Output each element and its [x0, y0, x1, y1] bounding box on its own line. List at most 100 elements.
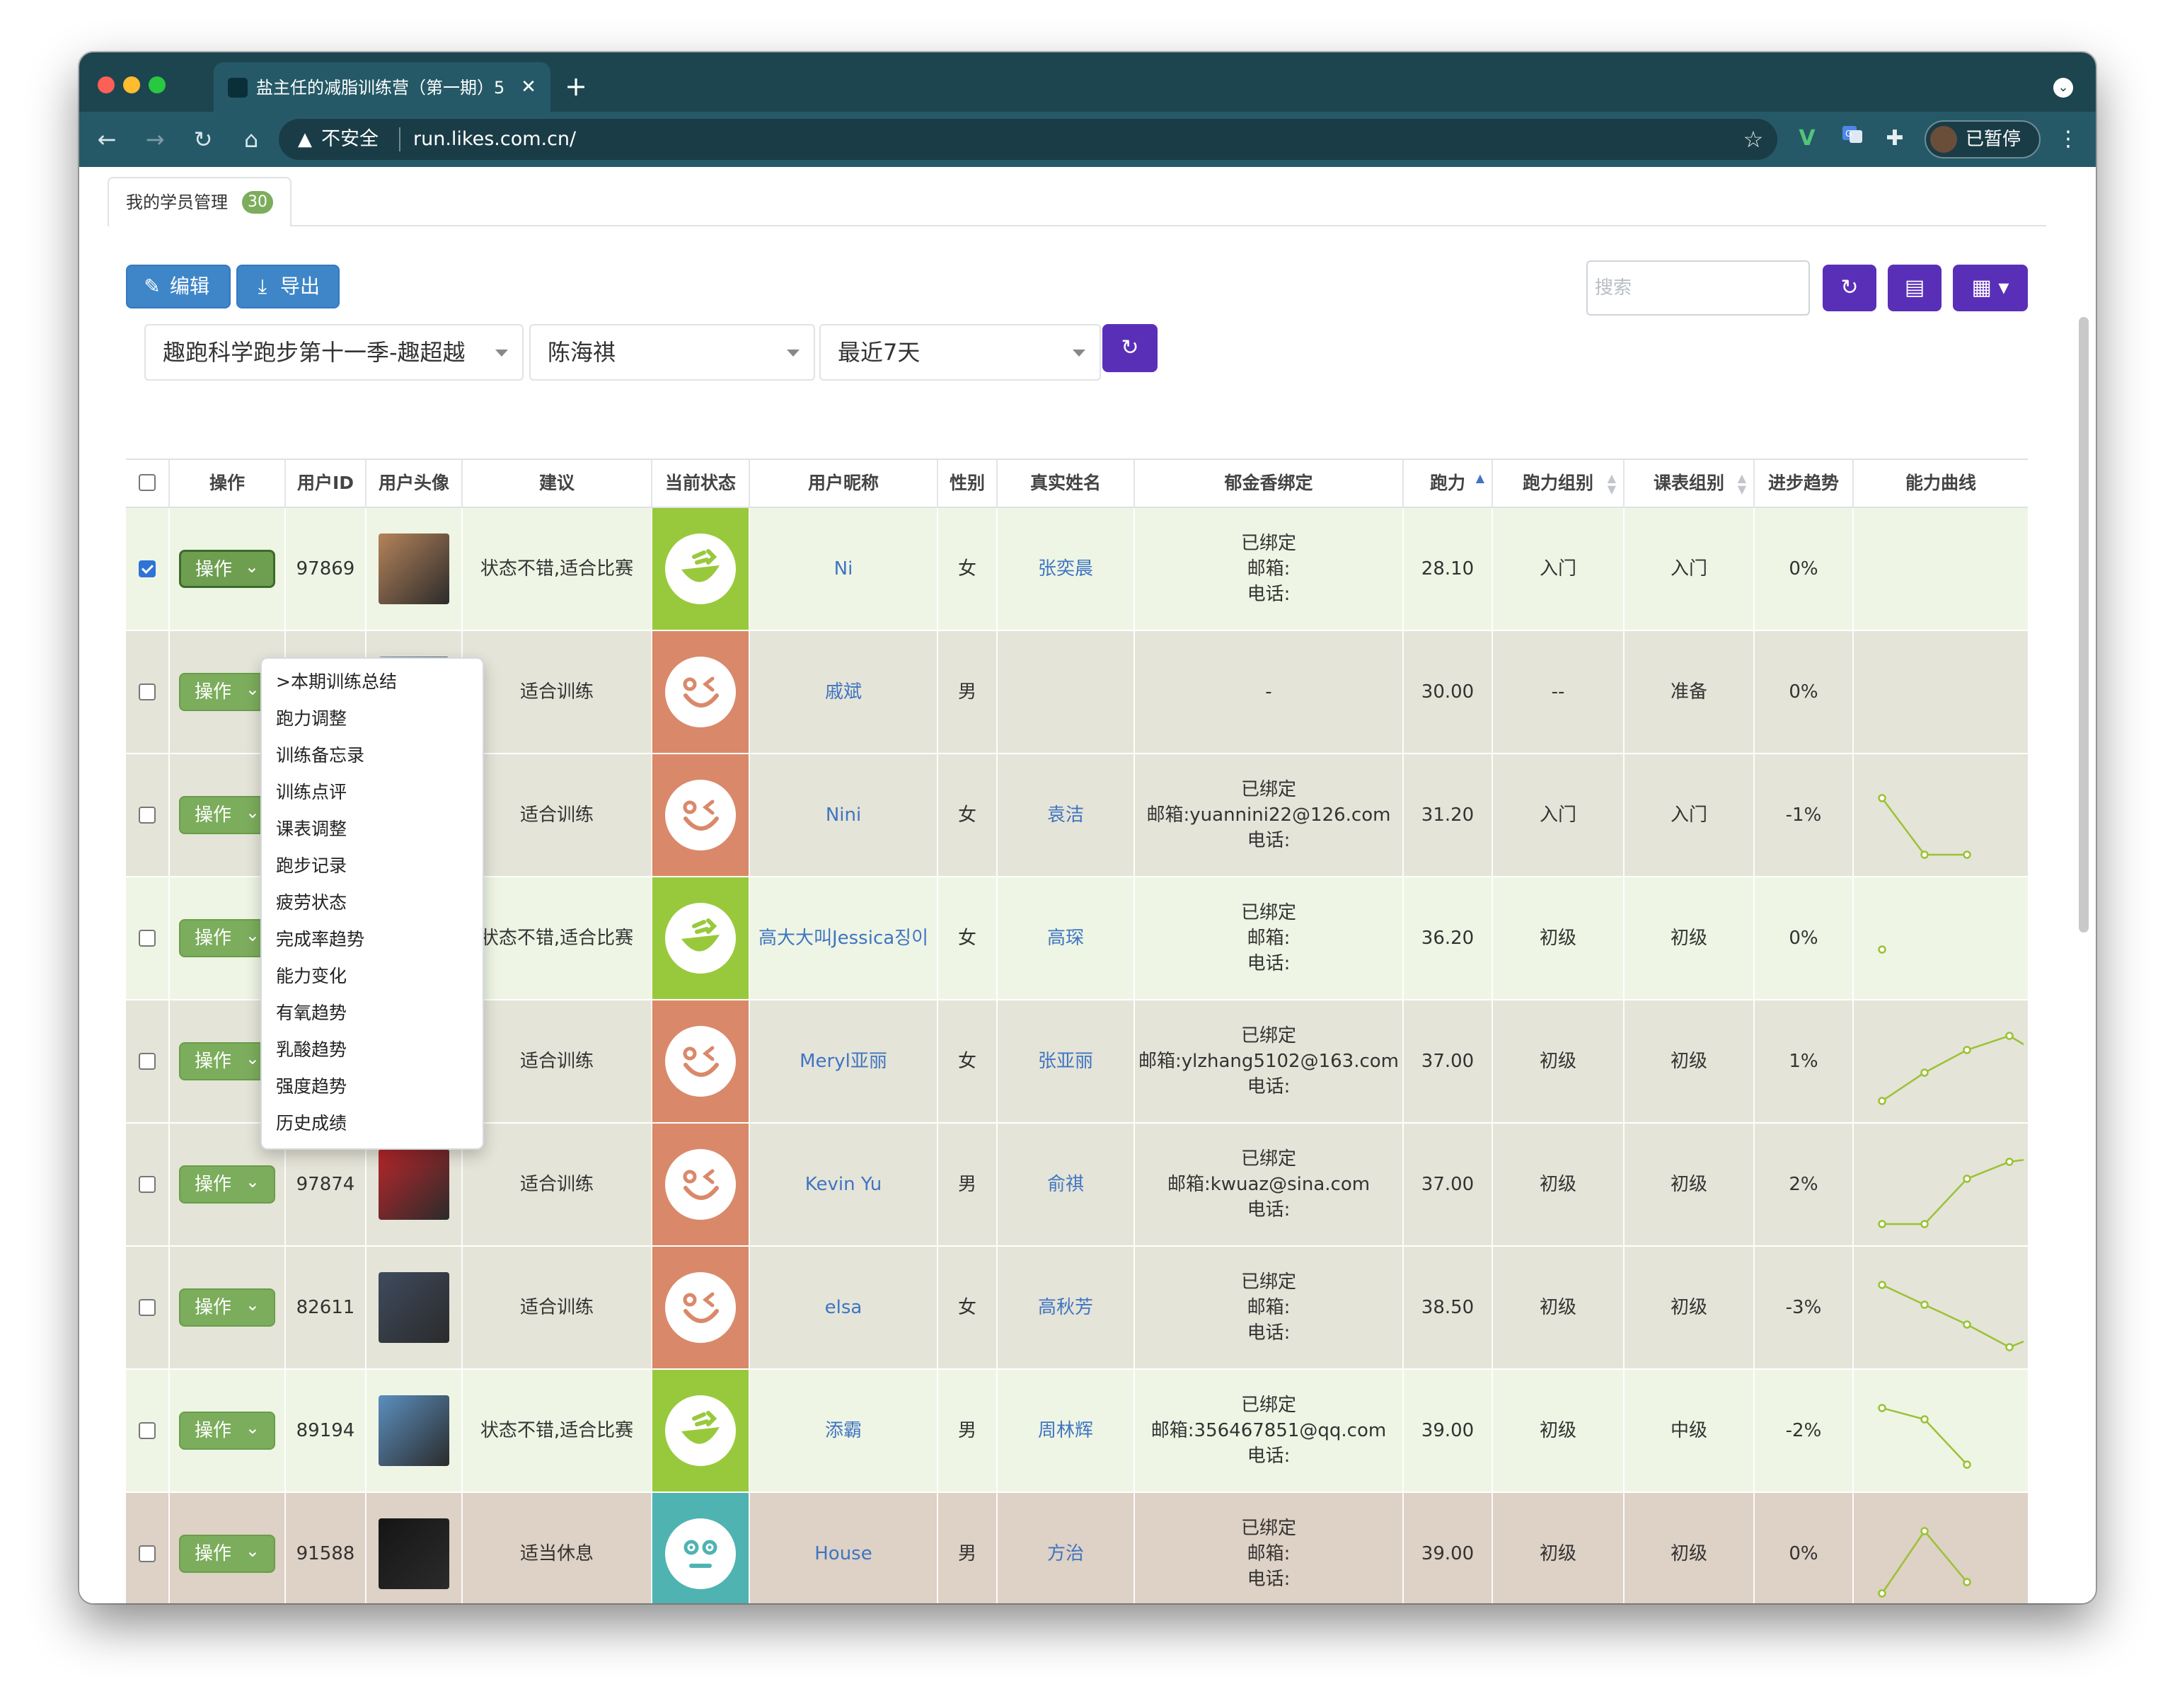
real-name-link[interactable]: 方治	[1047, 1541, 1084, 1566]
real-name-link[interactable]: 张亚丽	[1038, 1049, 1093, 1074]
vdot-group-text: 初级	[1539, 1297, 1576, 1318]
dropdown-item[interactable]: 强度趋势	[276, 1071, 474, 1103]
binding-line: 已绑定	[1240, 779, 1296, 800]
binding-line: 邮箱:	[1247, 1297, 1291, 1318]
binding-cell: 已绑定 邮箱:ylzhang5102@163.com 电话:	[1133, 1000, 1402, 1122]
operation-dropdown-button[interactable]: 操作	[179, 1410, 275, 1450]
real-name-link[interactable]: 俞祺	[1047, 1172, 1084, 1197]
vdot-value: 30.00	[1421, 681, 1475, 703]
row-checkbox[interactable]	[139, 1545, 156, 1562]
row-checkbox-cell	[126, 631, 168, 753]
sort-arrows-icon[interactable]: ▲ ▼	[1608, 473, 1616, 495]
dropdown-item[interactable]: 历史成绩	[276, 1107, 474, 1140]
operation-dropdown-button[interactable]: 操作	[179, 1287, 275, 1327]
tab-close-icon[interactable]: ✕	[517, 74, 541, 100]
ability-curve-cell	[1852, 508, 2028, 630]
toggle-view-button[interactable]: ▤	[1888, 265, 1942, 311]
translate-extension-icon[interactable]: G	[1837, 123, 1868, 154]
dark-photo-icon	[379, 1518, 449, 1589]
camp-select[interactable]: 趣跑科学跑步第十一季-趣超越	[144, 324, 524, 381]
header-vdot[interactable]: 跑力 ▲	[1402, 460, 1492, 507]
row-checkbox[interactable]	[139, 683, 156, 700]
gender-text: 女	[957, 804, 976, 826]
real-name-link[interactable]: 高琛	[1047, 925, 1084, 951]
nickname-link[interactable]: 戚斌	[825, 679, 862, 705]
back-arrow-icon[interactable]: ←	[91, 123, 123, 156]
browser-tab[interactable]: 盐主任的减脂训练营（第一期）5 ✕	[214, 62, 550, 112]
header-vdot-group[interactable]: 跑力组别 ▲ ▼	[1492, 460, 1623, 507]
row-checkbox[interactable]	[139, 1422, 156, 1439]
real-name-link[interactable]: 张奕晨	[1038, 556, 1093, 582]
nickname-link[interactable]: Ni	[834, 556, 853, 582]
apply-filter-button[interactable]: ↻	[1102, 324, 1158, 372]
url-text[interactable]: run.likes.com.cn/	[413, 126, 576, 153]
real-name-link[interactable]: 高秋芳	[1038, 1295, 1093, 1320]
refresh-table-button[interactable]: ↻	[1823, 265, 1876, 311]
more-menu-icon[interactable]: ⋮	[2058, 123, 2079, 156]
edit-button[interactable]: ✎ 编辑	[126, 265, 231, 308]
nickname-link[interactable]: 添霸	[825, 1418, 862, 1443]
dropdown-item[interactable]: 完成率趋势	[276, 923, 474, 956]
address-bar[interactable]: ▲ 不安全 run.likes.com.cn/ ☆	[279, 119, 1777, 160]
sort-arrows-icon[interactable]: ▲ ▼	[1738, 473, 1746, 495]
operation-dropdown-button[interactable]: 操作	[179, 549, 275, 588]
profile-button[interactable]: 已暂停	[1925, 120, 2041, 158]
reload-icon[interactable]: ↻	[187, 123, 219, 156]
dropdown-item[interactable]: 跑步记录	[276, 850, 474, 882]
operation-dropdown-button[interactable]: 操作	[179, 1164, 275, 1204]
security-label[interactable]: 不安全	[321, 126, 379, 153]
row-checkbox[interactable]	[139, 1299, 156, 1316]
trend-cell: 0%	[1753, 508, 1852, 630]
dropdown-item[interactable]: 能力变化	[276, 960, 474, 993]
row-checkbox[interactable]	[139, 807, 156, 824]
vue-devtools-extension-icon[interactable]: V	[1792, 123, 1823, 154]
nickname-link[interactable]: Kevin Yu	[805, 1172, 882, 1197]
period-select[interactable]: 最近7天	[819, 324, 1101, 381]
page-scrollbar[interactable]	[2079, 317, 2089, 933]
coach-select[interactable]: 陈海祺	[529, 324, 815, 381]
row-checkbox[interactable]	[139, 560, 156, 577]
forward-arrow-icon[interactable]: →	[139, 123, 171, 156]
dropdown-item[interactable]: 训练备忘录	[276, 739, 474, 772]
home-icon[interactable]: ⌂	[235, 123, 267, 156]
operation-dropdown-button[interactable]: 操作	[179, 1533, 275, 1573]
dropdown-item[interactable]: 疲劳状态	[276, 887, 474, 919]
real-name-link[interactable]: 周林辉	[1038, 1418, 1093, 1443]
row-checkbox[interactable]	[139, 930, 156, 947]
row-checkbox[interactable]	[139, 1176, 156, 1193]
close-window-button[interactable]	[98, 76, 115, 93]
nickname-link[interactable]: House	[814, 1541, 872, 1566]
header-plan-group[interactable]: 课表组别 ▲ ▼	[1623, 460, 1753, 507]
sort-arrows-icon[interactable]: ▲	[1476, 473, 1484, 484]
table-row: 操作 89194 状态不错,适合比赛 添霸 男 周林辉 已绑定邮箱:356467851@qq…	[126, 1370, 2028, 1493]
dropdown-item[interactable]: 乳酸趋势	[276, 1034, 474, 1066]
nickname-link[interactable]: Meryl亚丽	[800, 1049, 887, 1074]
tab-student-management[interactable]: 我的学员管理 30	[108, 177, 292, 226]
maximize-window-button[interactable]	[149, 76, 166, 93]
search-input[interactable]	[1586, 260, 1810, 316]
minimize-window-button[interactable]	[123, 76, 140, 93]
dropdown-item[interactable]: 训练点评	[276, 776, 474, 809]
dropdown-item[interactable]: 跑力调整	[276, 703, 474, 735]
select-all-checkbox[interactable]	[139, 474, 156, 491]
list-view-icon: ▤	[1904, 275, 1925, 300]
real-name-link[interactable]: 袁洁	[1047, 802, 1084, 828]
nickname-link[interactable]: 高大大叫Jessica징이	[758, 925, 928, 951]
advice-cell: 适合训练	[461, 1000, 651, 1122]
dropdown-item[interactable]: >本期训练总结	[276, 666, 474, 698]
ability-sparkline	[1854, 1370, 2028, 1491]
advice-text: 适合训练	[519, 681, 594, 703]
nickname-link[interactable]: elsa	[825, 1295, 862, 1320]
status-face-icon	[665, 657, 736, 727]
columns-menu-button[interactable]: ▦ ▾	[1953, 265, 2028, 311]
tab-search-chevron-icon[interactable]: ⌄	[2053, 78, 2073, 98]
export-button[interactable]: ⤓ 导出	[236, 265, 340, 308]
row-checkbox[interactable]	[139, 1053, 156, 1070]
binding-line: 邮箱:	[1247, 1543, 1291, 1564]
new-tab-button[interactable]: +	[562, 72, 590, 100]
nickname-link[interactable]: Nini	[826, 802, 861, 828]
extensions-puzzle-icon[interactable]: ✚	[1879, 123, 1910, 154]
dropdown-item[interactable]: 有氧趋势	[276, 997, 474, 1029]
bookmark-star-icon[interactable]: ☆	[1739, 125, 1767, 154]
dropdown-item[interactable]: 课表调整	[276, 813, 474, 846]
